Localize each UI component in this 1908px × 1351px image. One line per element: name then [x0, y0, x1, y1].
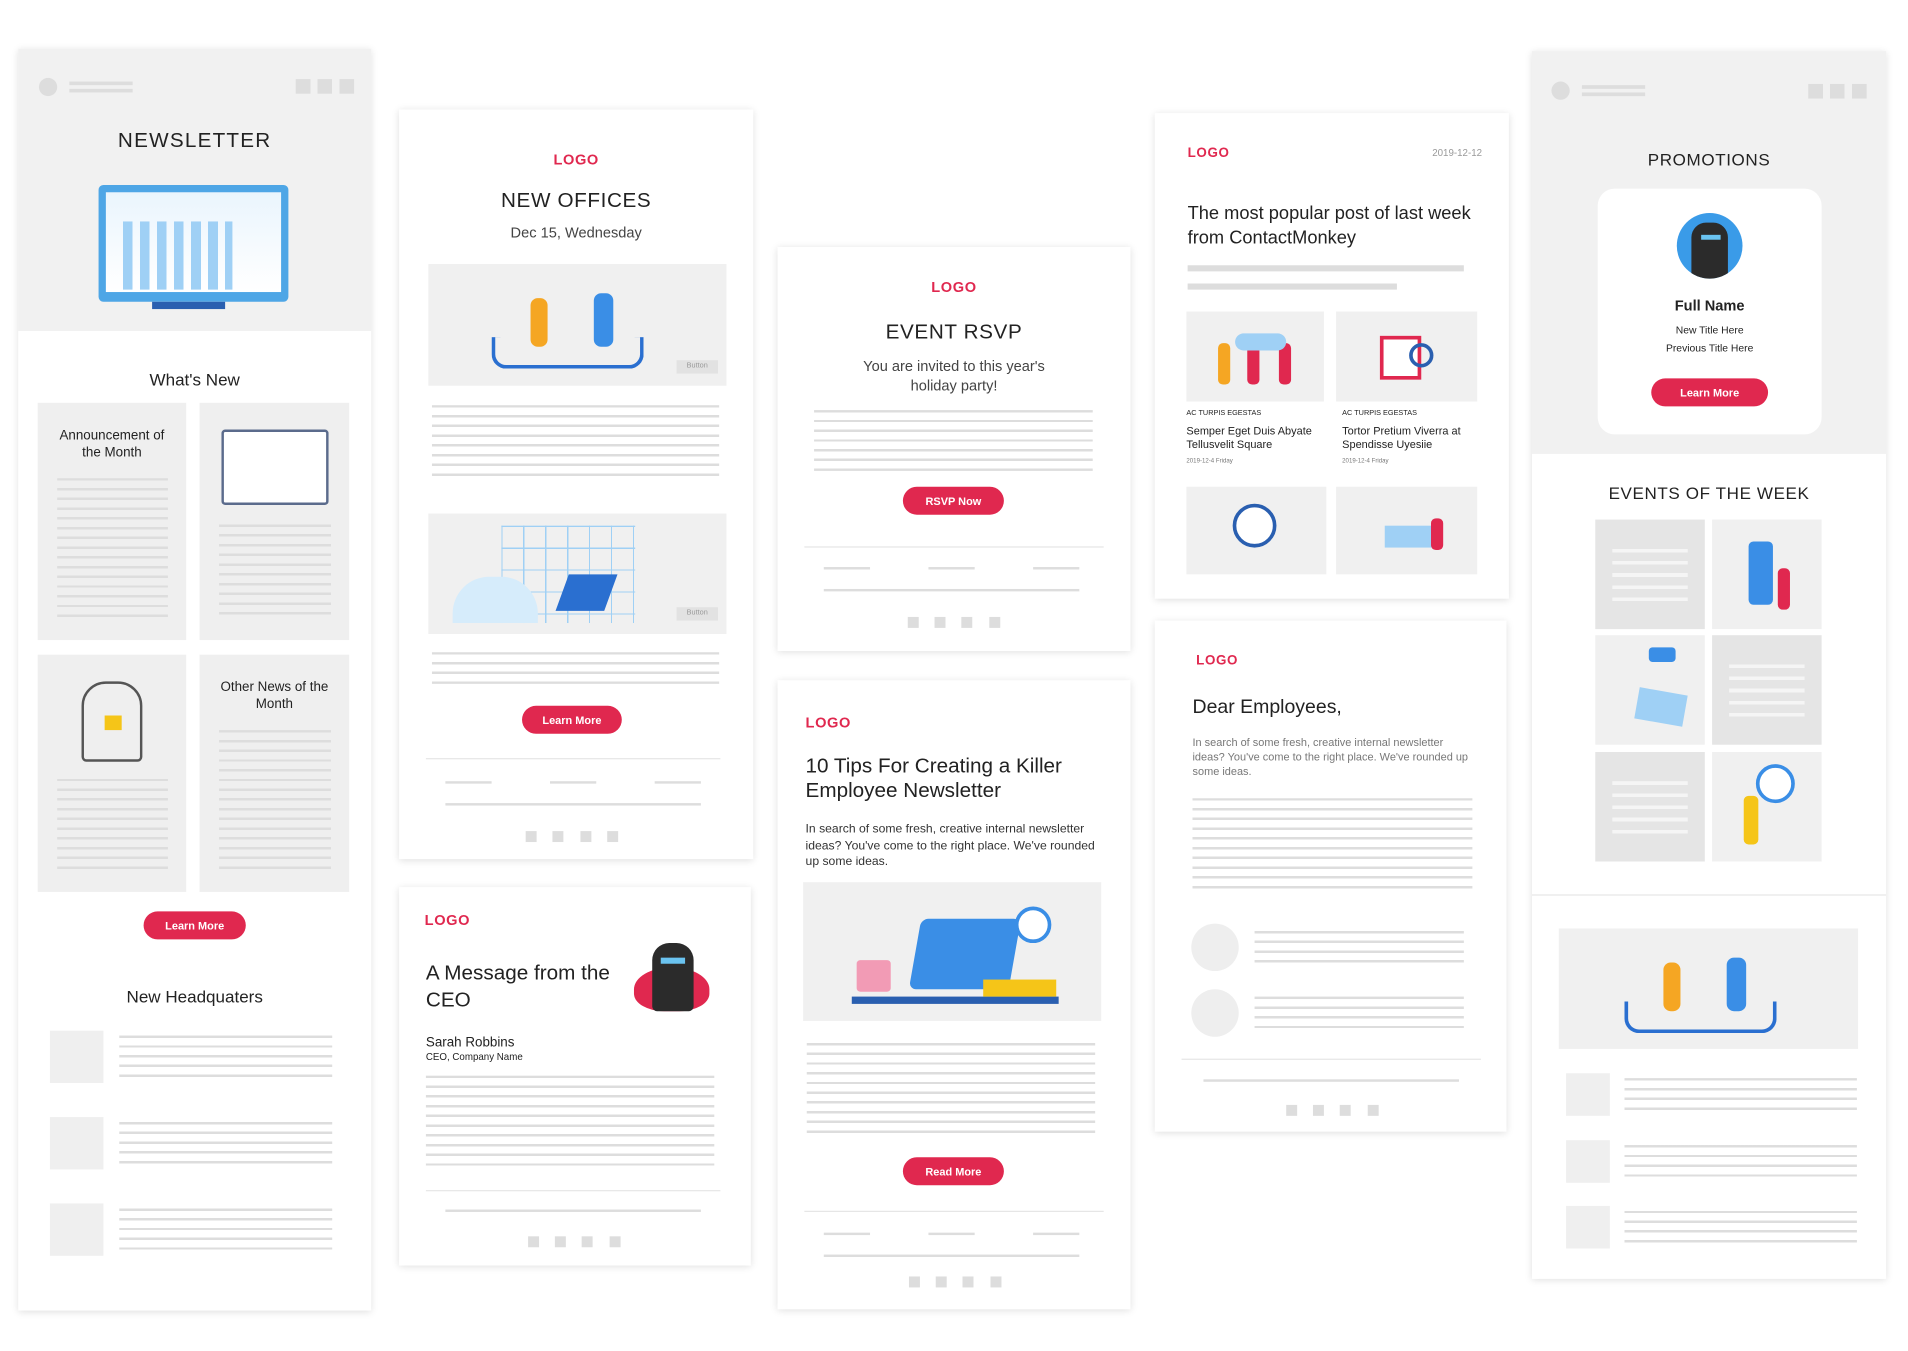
laptop-illustration: [803, 882, 1102, 1021]
rsvp-now-button[interactable]: RSVP Now: [902, 486, 1004, 515]
meeting-illustration: [1558, 928, 1859, 1049]
rsvp-title: EVENT RSVP: [885, 320, 1023, 344]
meeting-illustration: Button: [428, 264, 727, 386]
post-image-4: [1336, 486, 1478, 575]
avatar: [1676, 212, 1743, 279]
ceo-role: CEO, Company Name: [425, 1051, 523, 1063]
whats-new-heading: What's New: [149, 369, 240, 390]
calendar-illustration: [221, 429, 329, 505]
event-rsvp-card: LOGO EVENT RSVP You are invited to this …: [777, 247, 1131, 652]
popular-title: The most popular post of last week from …: [1187, 203, 1471, 249]
events-title: EVENTS OF THE WEEK: [1608, 483, 1810, 503]
post-image-1: [1186, 311, 1324, 402]
popular-post-card: LOGO 2019-12-12 The most popular post of…: [1154, 113, 1509, 599]
announcement-box: Announcement of the Month: [37, 402, 187, 641]
profile-card: Full Name New Title Here Previous Title …: [1597, 188, 1822, 435]
logo: LOGO: [424, 911, 471, 929]
ceo-name: Sarah Robbins: [425, 1035, 515, 1051]
chat-illustration: [1595, 635, 1705, 745]
offices-title: NEW OFFICES: [500, 188, 652, 212]
newsletter-card: NEWSLETTER What's New Announcement of th…: [18, 48, 372, 1311]
promotions-title: PROMOTIONS: [1647, 149, 1771, 170]
tips-card: LOGO 10 Tips For Creating a Killer Emplo…: [777, 680, 1131, 1310]
tips-title: 10 Tips For Creating a Killer Employee N…: [805, 754, 1062, 802]
window-dot-icon: [38, 77, 58, 97]
post-title[interactable]: Tortor Pretium Viverra at Spendisse Uyes…: [1342, 425, 1482, 452]
offices-date: Dec 15, Wednesday: [510, 223, 642, 241]
logo: LOGO: [1187, 146, 1230, 161]
full-name: Full Name: [1674, 296, 1745, 314]
other-news-box: Other News of the Month: [199, 654, 350, 892]
rsvp-text: You are invited to this year's holiday p…: [863, 357, 1045, 395]
post-title[interactable]: Semper Eget Duis Abyate Tellusvelit Squa…: [1186, 425, 1326, 452]
rocket-illustration: Button: [428, 513, 727, 634]
window-dot-icon: [1551, 81, 1570, 100]
dear-text: In search of some fresh, creative intern…: [1192, 736, 1469, 778]
newsletter-title: NEWSLETTER: [117, 128, 272, 153]
read-more-button[interactable]: Read More: [902, 1157, 1004, 1186]
clock-illustration: [1712, 752, 1822, 862]
learn-more-button[interactable]: Learn More: [1651, 378, 1769, 407]
window-controls-icon: [295, 79, 355, 94]
dear-title: Dear Employees,: [1192, 697, 1342, 718]
post-image-3: [1186, 486, 1327, 575]
post-image-2: [1336, 311, 1478, 402]
logo: LOGO: [553, 150, 599, 168]
promotions-card: PROMOTIONS Full Name New Title Here Prev…: [1532, 51, 1887, 1279]
calendar-box: [199, 402, 350, 641]
logo: LOGO: [1196, 653, 1239, 669]
logo: LOGO: [805, 714, 851, 732]
learn-more-button[interactable]: Learn More: [143, 911, 246, 940]
learn-more-button[interactable]: Learn More: [522, 705, 622, 734]
hq-heading: New Headquaters: [126, 986, 263, 1007]
logo: LOGO: [931, 278, 977, 296]
tips-text: In search of some fresh, creative intern…: [805, 822, 1095, 869]
ceo-message-card: LOGO A Message from the CEO Sarah Robbin…: [399, 887, 751, 1266]
people-box: [37, 654, 187, 892]
monitor-illustration: [98, 184, 289, 302]
ceo-title: A Message from the CEO: [425, 961, 610, 1012]
new-offices-card: LOGO NEW OFFICES Dec 15, Wednesday Butto…: [399, 109, 754, 860]
popular-date: 2019-12-12: [1432, 147, 1483, 159]
dear-employees-card: LOGO Dear Employees, In search of some f…: [1154, 620, 1507, 1132]
info-illustration: [1712, 519, 1822, 630]
window-controls-icon: [1808, 83, 1867, 99]
